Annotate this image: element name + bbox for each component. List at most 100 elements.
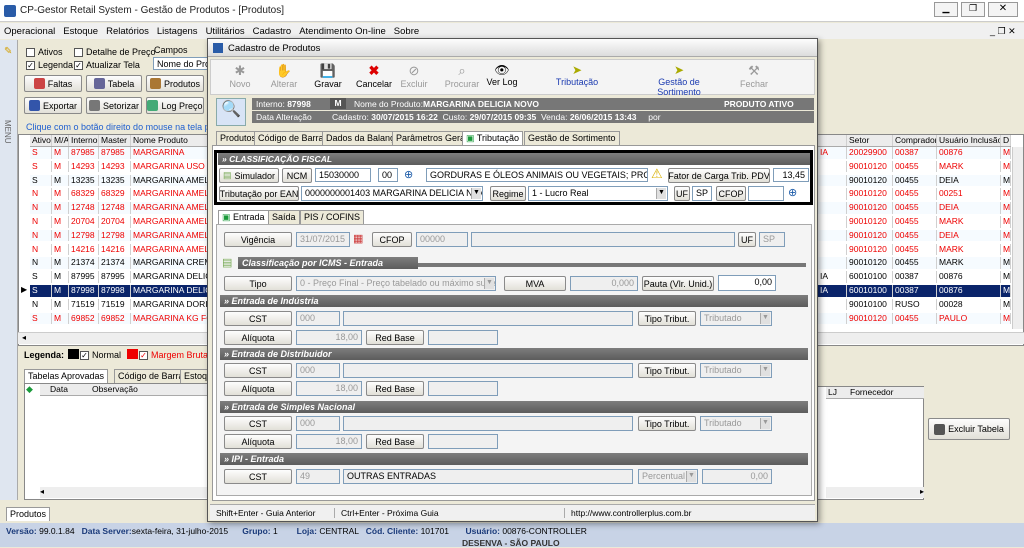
toolbar-novo[interactable]: ✱ Novo (224, 63, 256, 89)
uf-entrada-field[interactable]: SP (759, 232, 785, 247)
industria-aliq-button[interactable]: Alíquota (224, 330, 292, 345)
menu-estoque[interactable]: Estoque (63, 26, 98, 37)
table-row[interactable]: 90010100 RUSO 00028 M (818, 298, 1011, 311)
right-hscroll[interactable] (818, 332, 1024, 344)
cfop-search-icon[interactable]: ⊕ (788, 186, 797, 199)
distribuidor-tipo-trib-select[interactable]: Tributado ▼ (700, 363, 772, 378)
maximize-button[interactable]: ❐ (961, 2, 985, 17)
distribuidor-cst-button[interactable]: CST (224, 363, 292, 378)
uf-field[interactable]: SP (692, 186, 712, 201)
minimize-button[interactable]: ▁ (934, 2, 958, 17)
table-row[interactable]: 90010120 00455 MARK M (818, 160, 1011, 173)
toolbar-gestao[interactable]: ➤ Gestão de Sortimento (636, 63, 722, 97)
tab-gestao-sortimento[interactable]: Gestão de Sortimento (524, 131, 620, 145)
subtab-entrada[interactable]: ▣ Entrada (218, 210, 269, 224)
approved-hscroll[interactable]: ◂ (40, 487, 210, 498)
menu-operacional[interactable]: Operacional (4, 26, 55, 37)
table-row[interactable]: N M 71519 71519 MARGARINA DORI (30, 298, 211, 311)
toolbar-gravar[interactable]: 💾 Gravar (310, 63, 346, 89)
toolbar-alterar[interactable]: ✋ Alterar (266, 63, 302, 89)
excluir-tabela-button[interactable]: Excluir Tabela (928, 418, 1010, 440)
industria-red-field[interactable] (428, 330, 498, 345)
chk-detalhe[interactable]: Detalhe de Preço (74, 47, 156, 58)
vigencia-field[interactable]: 31/07/2015 (296, 232, 350, 247)
menu-listagens[interactable]: Listagens (157, 26, 198, 37)
pauta-button[interactable]: Pauta (Vlr. Unid.) (642, 276, 714, 291)
chk-legenda[interactable]: ✓ Legenda (26, 60, 73, 71)
produtos-button[interactable]: Produtos (146, 75, 204, 92)
distribuidor-aliq-field[interactable]: 18,00 (296, 381, 362, 396)
distribuidor-aliq-button[interactable]: Alíquota (224, 381, 292, 396)
table-row[interactable]: IA 60010100 00387 00876 M (818, 285, 1011, 297)
mva-field[interactable]: 0,000 (570, 276, 638, 291)
tab-tabelas-aprovadas[interactable]: Tabelas Aprovadas (24, 369, 109, 383)
table-row[interactable]: 90010120 00455 MARK M (818, 216, 1011, 228)
industria-cst-button[interactable]: CST (224, 311, 292, 326)
toolbar-fechar[interactable]: ⚒ Fechar (738, 63, 770, 89)
campos-select[interactable]: Nome do Prod (153, 57, 209, 70)
side-menu[interactable]: ✎ MENU (0, 40, 18, 500)
table-row[interactable]: IA 60010100 00387 00876 M (818, 271, 1011, 283)
table-row[interactable]: N M 12748 12748 MARGARINA AMEL (30, 202, 211, 214)
menu-cadastro[interactable]: Cadastro (253, 26, 292, 37)
tabela-button[interactable]: Tabela (86, 75, 142, 92)
industria-aliq-field[interactable]: 18,00 (296, 330, 362, 345)
tab-estoque-2[interactable]: Estoque (180, 369, 210, 383)
table-row[interactable]: 90010120 00455 DEIA M (818, 229, 1011, 242)
table-row[interactable]: S M 87985 87985 MARGARINA (30, 147, 211, 159)
simples-red-button[interactable]: Red Base (366, 434, 424, 449)
right-vscroll[interactable] (1012, 147, 1023, 329)
chk-ativos[interactable]: Ativos (26, 47, 63, 58)
calendar-icon[interactable]: ▦ (353, 232, 363, 245)
toolbar-excluir[interactable]: ⊘ Excluir (396, 63, 432, 89)
grid-hscroll[interactable]: ◂ (18, 332, 214, 344)
table-row[interactable]: N M 12798 12798 MARGARINA AMEL (30, 229, 211, 242)
table-row[interactable]: 90010120 00455 PAULO M (818, 312, 1011, 325)
subtab-pis-cofins[interactable]: PIS / COFINS (300, 210, 365, 224)
simulador-button[interactable]: ▤ Simulador (219, 168, 279, 183)
table-row[interactable]: S M 69852 69852 MARGARINA KG FO (30, 312, 211, 325)
toolbar-verlog[interactable]: 👁 Ver Log (484, 63, 520, 87)
industria-cst-field[interactable]: 000 (296, 311, 340, 326)
distribuidor-red-button[interactable]: Red Base (366, 381, 424, 396)
simples-cst-field[interactable]: 000 (296, 416, 340, 431)
table-row[interactable]: S M 14293 14293 MARGARINA USO (30, 160, 211, 173)
table-row[interactable]: 90010120 00455 DEIA M (818, 202, 1011, 214)
table-row[interactable]: S M 87998 87998 MARGARINA DELIC (30, 285, 211, 297)
simples-cst-button[interactable]: CST (224, 416, 292, 431)
industria-tipo-trib-button[interactable]: Tipo Tribut. (638, 311, 696, 326)
right-table2[interactable] (816, 386, 924, 500)
trib-ean-select[interactable]: 0000000001403 MARGARINA DELICIA NOVO ▼ (301, 186, 483, 201)
toolbar-procurar[interactable]: ⌕ Procurar (442, 63, 482, 89)
table-row[interactable]: 90010120 00455 MARK M (818, 257, 1011, 269)
ipi-val-field[interactable]: 0,00 (702, 469, 772, 484)
table-row[interactable]: N M 14216 14216 MARGARINA AMEL (30, 243, 211, 256)
distribuidor-cst-field[interactable]: 000 (296, 363, 340, 378)
ncm-button[interactable]: NCM (282, 168, 312, 183)
log-preco-button[interactable]: Log Preço (146, 97, 204, 114)
bottom-tab-produtos[interactable]: Produtos (6, 507, 51, 521)
industria-red-button[interactable]: Red Base (366, 330, 424, 345)
simples-tipo-trib-button[interactable]: Tipo Tribut. (638, 416, 696, 431)
table-row[interactable]: 90010120 00455 MARK M (818, 243, 1011, 256)
ncm-search-icon[interactable]: ⊕ (404, 168, 413, 181)
ncm-ex-field[interactable]: 00 (378, 168, 398, 182)
tab-codigo-barras[interactable]: Código de Barras (254, 131, 333, 145)
menu-utilitarios[interactable]: Utilitários (206, 26, 245, 37)
simples-red-field[interactable] (428, 434, 498, 449)
ipi-perc-select[interactable]: Percentual ▼ (638, 469, 698, 484)
faltas-button[interactable]: Faltas (24, 75, 82, 92)
mva-button[interactable]: MVA (504, 276, 566, 291)
ncm-field[interactable]: 15030000 (315, 168, 371, 182)
table-row[interactable]: N M 21374 21374 MARGARINA CREM (30, 257, 211, 269)
footer-url[interactable]: http://www.controllerplus.com.br (564, 508, 691, 518)
approved-tables-grid[interactable] (24, 383, 210, 500)
tipo-select[interactable]: 0 - Preço Final - Preço tabelado ou máxi… (296, 276, 496, 291)
table-row[interactable]: S M 13235 13235 MARGARINA AMEL (30, 174, 211, 187)
simples-tipo-trib-select[interactable]: Tributado ▼ (700, 416, 772, 431)
menu-sobre[interactable]: Sobre (394, 26, 419, 37)
simples-aliq-field[interactable]: 18,00 (296, 434, 362, 449)
menu-relatorios[interactable]: Relatórios (106, 26, 149, 37)
distribuidor-tipo-trib-button[interactable]: Tipo Tribut. (638, 363, 696, 378)
ipi-cst-button[interactable]: CST (224, 469, 292, 484)
